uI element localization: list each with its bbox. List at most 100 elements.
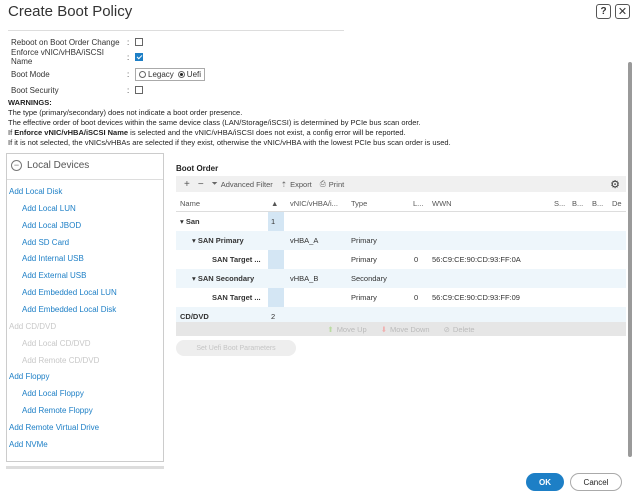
warning-line-3-post: is selected and the vNIC/vHBA/iSCSI does… bbox=[128, 128, 406, 137]
export-icon: ⇡ bbox=[280, 179, 288, 189]
local-device-item[interactable]: Add Local JBOD bbox=[22, 221, 81, 230]
header-icons: ? ✕ bbox=[596, 4, 630, 19]
row-name: ▾ San bbox=[180, 217, 200, 226]
col-lun[interactable]: L... bbox=[413, 199, 423, 208]
col-type[interactable]: Type bbox=[351, 199, 367, 208]
row-name-text: SAN Target ... bbox=[212, 293, 261, 302]
local-device-item[interactable]: Add Embedded Local Disk bbox=[22, 305, 116, 314]
move-up-button[interactable]: ⬆ Move Up bbox=[327, 325, 366, 334]
enforce-checkbox[interactable] bbox=[135, 53, 143, 61]
row-lun: 0 bbox=[414, 293, 419, 302]
local-devices-header[interactable]: − Local Devices bbox=[11, 160, 89, 171]
boot-order-title: Boot Order bbox=[176, 164, 219, 173]
warning-line-2: The effective order of boot devices with… bbox=[8, 118, 421, 127]
col-name[interactable]: Name bbox=[180, 199, 200, 208]
row-name-text: CD/DVD bbox=[180, 312, 209, 321]
boot-security-row: Boot Security : bbox=[11, 84, 143, 96]
col-boot-2[interactable]: B... bbox=[592, 199, 603, 208]
warning-line-3-bold: Enforce vNIC/vHBA/iSCSI Name bbox=[14, 128, 129, 137]
local-device-item[interactable]: Add External USB bbox=[22, 271, 86, 280]
enforce-colon: : bbox=[127, 52, 130, 62]
local-device-item[interactable]: Add NVMe bbox=[9, 440, 48, 449]
col-slot[interactable]: S... bbox=[554, 199, 565, 208]
move-down-label: Move Down bbox=[390, 324, 430, 334]
export-button[interactable]: ⇡ Export bbox=[281, 180, 312, 189]
table-row[interactable]: ▾ SAN Secondary vHBA_B Secondary bbox=[176, 269, 626, 288]
col-wwn[interactable]: WWN bbox=[432, 199, 452, 208]
dialog-title: Create Boot Policy bbox=[8, 3, 133, 20]
panel-bottom-scrollbar[interactable] bbox=[6, 466, 164, 469]
move-bar: ⬆ Move Up ⬇ Move Down ⊘ Delete bbox=[176, 322, 626, 336]
dialog-titlebar: Create Boot Policy ? ✕ bbox=[0, 0, 640, 26]
local-device-item[interactable]: Add SD Card bbox=[22, 238, 69, 247]
radio-legacy-circle[interactable] bbox=[139, 70, 146, 78]
col-vnic[interactable]: vNIC/vHBA/i... bbox=[290, 199, 338, 208]
boot-order-toolbar: + − ⏷ Advanced Filter ⇡ Export ⎙ Print ⚙ bbox=[176, 176, 626, 192]
row-name: SAN Target ... bbox=[212, 255, 261, 264]
local-device-item[interactable]: Add Internal USB bbox=[22, 254, 84, 263]
reboot-row: Reboot on Boot Order Change : bbox=[11, 36, 143, 48]
collapse-minus-icon[interactable]: − bbox=[11, 160, 22, 171]
ok-button[interactable]: OK bbox=[526, 473, 564, 491]
col-order-sort-icon[interactable]: ▲ bbox=[271, 199, 278, 208]
set-uefi-boot-parameters-button[interactable]: Set Uefi Boot Parameters bbox=[176, 340, 296, 356]
row-name: ▾ SAN Secondary bbox=[192, 274, 254, 283]
title-divider bbox=[8, 30, 344, 31]
local-device-item[interactable]: Add Remote Virtual Drive bbox=[9, 423, 99, 432]
col-desc[interactable]: De bbox=[612, 199, 622, 208]
boot-security-checkbox[interactable] bbox=[135, 86, 143, 94]
close-icon[interactable]: ✕ bbox=[615, 4, 630, 19]
local-device-item[interactable]: Add Local Disk bbox=[9, 187, 62, 196]
warnings-heading: WARNINGS: bbox=[8, 98, 52, 107]
cancel-button[interactable]: Cancel bbox=[570, 473, 622, 491]
row-vnic: vHBA_A bbox=[290, 236, 319, 245]
local-device-item[interactable]: Add Local LUN bbox=[22, 204, 76, 213]
local-device-item[interactable]: Add Remote Floppy bbox=[22, 406, 93, 415]
row-name: ▾ SAN Primary bbox=[192, 236, 244, 245]
reboot-label: Reboot on Boot Order Change bbox=[11, 37, 120, 47]
delete-label: Delete bbox=[452, 324, 475, 334]
reboot-checkbox[interactable] bbox=[135, 38, 143, 46]
arrow-down-icon: ⬇ bbox=[380, 324, 387, 334]
delete-button[interactable]: ⊘ Delete bbox=[444, 325, 475, 334]
row-name-text: SAN Primary bbox=[197, 236, 244, 245]
table-row[interactable]: SAN Target ... Primary 0 56:C9:CE:90:CD:93:… bbox=[176, 288, 626, 307]
local-device-item[interactable]: Add Local Floppy bbox=[22, 389, 84, 398]
print-button[interactable]: ⎙ Print bbox=[320, 179, 344, 189]
reboot-colon: : bbox=[127, 37, 130, 47]
gear-icon[interactable]: ⚙ bbox=[610, 178, 620, 191]
enforce-row: Enforce vNIC/vHBA/iSCSI Name : bbox=[11, 48, 143, 66]
radio-uefi[interactable]: Uefi bbox=[177, 70, 201, 79]
radio-uefi-circle[interactable] bbox=[177, 70, 185, 78]
row-type: Secondary bbox=[351, 274, 387, 283]
boot-mode-colon: : bbox=[127, 69, 130, 79]
table-row[interactable]: ▾ San 1 bbox=[176, 212, 626, 231]
row-name: SAN Target ... bbox=[212, 293, 261, 302]
help-icon[interactable]: ? bbox=[596, 4, 611, 19]
row-wwn: 56:C9:CE:90:CD:93:FF:0A bbox=[432, 255, 521, 264]
radio-legacy-label: Legacy bbox=[148, 69, 174, 79]
radio-legacy[interactable]: Legacy bbox=[139, 70, 174, 79]
local-device-item[interactable]: Add Floppy bbox=[9, 372, 49, 381]
row-order: 2 bbox=[271, 312, 276, 321]
table-row[interactable]: SAN Target ... Primary 0 56:C9:CE:90:CD:93:… bbox=[176, 250, 626, 269]
local-device-item[interactable]: Add Embedded Local LUN bbox=[22, 288, 117, 297]
row-order: 1 bbox=[271, 217, 276, 226]
boot-security-label: Boot Security bbox=[11, 85, 59, 95]
remove-icon[interactable]: − bbox=[198, 179, 204, 190]
table-row[interactable]: CD/DVD 2 bbox=[176, 307, 626, 322]
table-row[interactable]: ▾ SAN Primary vHBA_A Primary bbox=[176, 231, 626, 250]
arrow-up-icon: ⬆ bbox=[327, 324, 334, 334]
vertical-scrollbar[interactable] bbox=[628, 62, 632, 457]
col-boot-1[interactable]: B... bbox=[572, 199, 583, 208]
row-lun: 0 bbox=[414, 255, 419, 264]
boot-order-table: Name ▲ vNIC/vHBA/i... Type L... WWN S...… bbox=[176, 194, 626, 322]
row-type: Primary bbox=[351, 236, 377, 245]
move-down-button[interactable]: ⬇ Move Down bbox=[381, 325, 430, 334]
row-type: Primary bbox=[351, 293, 377, 302]
advanced-filter-button[interactable]: ⏷ Advanced Filter bbox=[212, 179, 273, 189]
export-label: Export bbox=[290, 179, 312, 189]
local-device-item: Add Local CD/DVD bbox=[22, 338, 91, 348]
row-vnic: vHBA_B bbox=[290, 274, 319, 283]
add-icon[interactable]: + bbox=[184, 179, 190, 190]
